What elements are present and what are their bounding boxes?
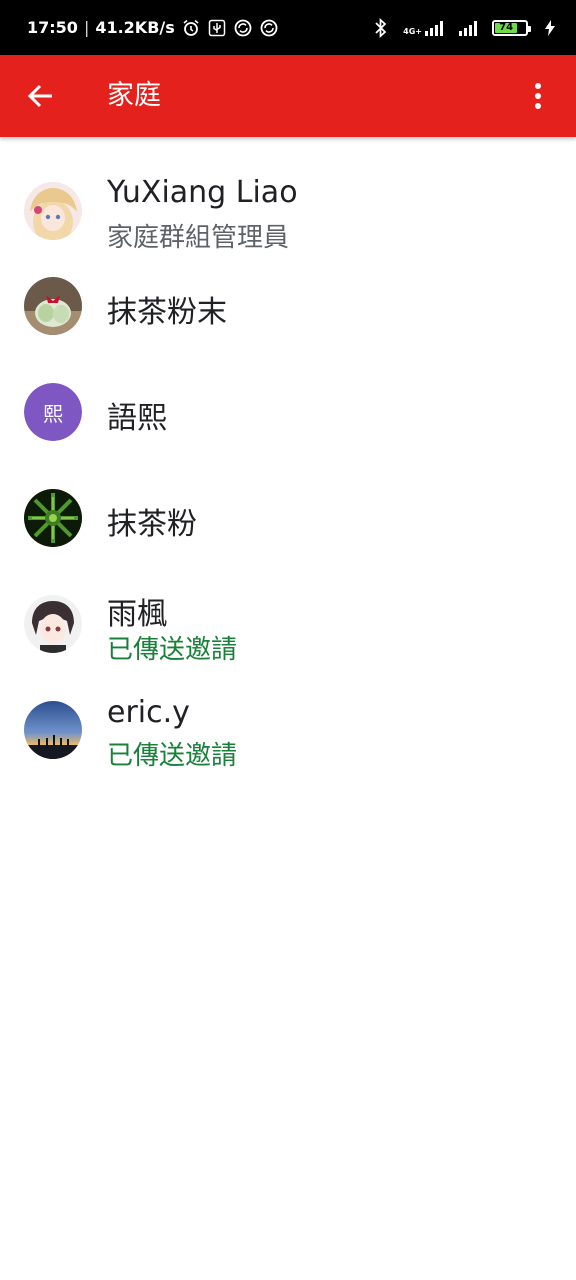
signal-4g: 4G+	[403, 20, 446, 36]
member-role: 家庭群組管理員	[107, 223, 290, 253]
app-bar: 家庭	[0, 55, 576, 137]
battery-level: 74	[499, 21, 514, 33]
status-net-speed: 41.2KB/s	[95, 18, 175, 37]
member-row[interactable]: 抹茶粉	[0, 465, 576, 571]
status-time: 17:50	[27, 18, 78, 37]
member-name: eric.y	[107, 695, 190, 730]
invite-status: 已傳送邀請	[107, 741, 238, 771]
avatar: 熙	[24, 383, 82, 441]
status-left: 17:50 | 41.2KB/s	[27, 0, 279, 55]
sync-icon	[233, 18, 253, 38]
more-vert-icon	[535, 83, 541, 109]
bluetooth-icon	[371, 17, 391, 38]
charging-icon	[540, 18, 560, 38]
battery-fill: 74	[495, 21, 518, 33]
signal-icon	[459, 20, 477, 36]
member-row[interactable]: eric.y 已傳送邀請	[0, 677, 576, 783]
member-row[interactable]: 抹茶粉末	[0, 253, 576, 359]
avatar	[24, 182, 82, 240]
network-type: 4G+	[403, 26, 422, 36]
member-name: 抹茶粉末	[107, 295, 227, 330]
alarm-icon	[181, 18, 201, 38]
arrow-back-icon	[28, 84, 52, 108]
member-name: YuXiang Liao	[107, 175, 298, 210]
status-right: 4G+ 74	[371, 0, 560, 55]
invite-status: 已傳送邀請	[107, 635, 238, 665]
avatar	[24, 701, 82, 759]
status-separator: |	[83, 18, 90, 37]
battery-icon: 74	[492, 19, 531, 36]
member-name: 語熙	[107, 401, 167, 436]
back-button[interactable]	[22, 77, 60, 115]
page-title: 家庭	[107, 80, 161, 111]
signal-icon	[425, 20, 443, 36]
usb-icon	[207, 18, 227, 38]
member-name: 雨楓	[107, 597, 167, 632]
member-row[interactable]: 熙 語熙	[0, 359, 576, 465]
avatar	[24, 595, 82, 653]
member-name: 抹茶粉	[107, 507, 197, 542]
status-bar: 17:50 | 41.2KB/s 4G+ 74	[0, 0, 576, 55]
more-options-button[interactable]	[520, 77, 556, 115]
avatar	[24, 489, 82, 547]
sync-icon	[259, 18, 279, 38]
avatar-letter: 熙	[24, 383, 82, 441]
member-row[interactable]: YuXiang Liao 家庭群組管理員	[0, 147, 576, 253]
member-row[interactable]: 雨楓 已傳送邀請	[0, 571, 576, 677]
avatar	[24, 277, 82, 335]
